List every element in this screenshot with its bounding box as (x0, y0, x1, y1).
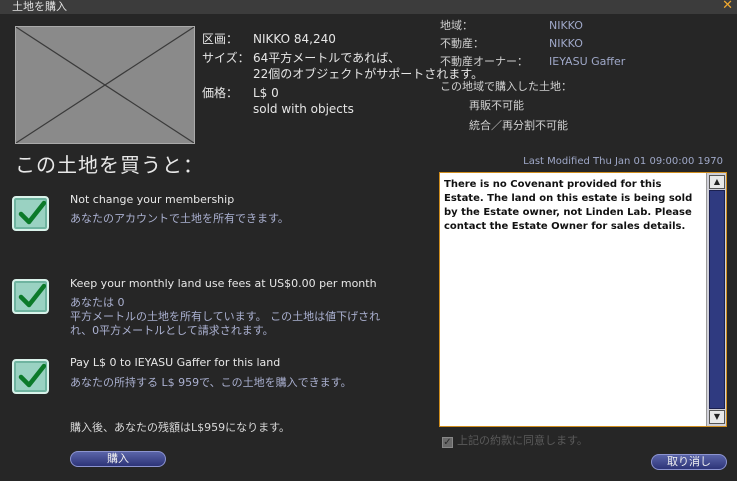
land-fee-item-desc-1: あなたは 0 (70, 296, 125, 309)
checkmark-icon (12, 359, 49, 394)
region-purchase-label: この地域で購入した土地： (440, 80, 572, 93)
parcel-name-value: NIKKO 84,240 (253, 32, 336, 46)
parcel-snapshot-placeholder (15, 26, 195, 144)
land-fee-item-title: Keep your monthly land use fees at US$0.… (70, 277, 377, 290)
parcel-price-note: sold with objects (253, 102, 354, 116)
estate-owner-label: 不動産オーナー： (440, 55, 528, 68)
scroll-down-icon[interactable]: ▼ (709, 410, 725, 424)
covenant-text-box[interactable]: There is no Covenant provided for this E… (439, 172, 727, 427)
region-label: 地域： (440, 19, 473, 32)
close-icon[interactable]: ✕ (722, 0, 733, 13)
estate-owner-value: IEYASU Gaffer (549, 55, 626, 68)
join-split-status: 統合／再分割不可能 (469, 119, 568, 132)
checkbox-icon[interactable]: ✓ (442, 437, 453, 448)
payment-item-desc: あなたの所持する L$ 959で、この土地を購入できます。 (70, 376, 352, 389)
cancel-button[interactable]: 取り消し (651, 454, 727, 470)
membership-item-desc: あなたのアカウントで土地を所有できます。 (70, 212, 289, 225)
scroll-thumb[interactable] (709, 190, 725, 409)
buy-land-window: 土地を購入 ✕ 区画： NIKKO 84,240 サイズ： 64平方メートルであ… (0, 0, 737, 481)
agree-covenant-label: 上記の約款に同意します。 (457, 434, 588, 447)
buy-land-heading: この土地を買うと： (15, 153, 204, 177)
land-fee-item-desc-3: れ、0平方メートルとして請求されます。 (70, 324, 274, 337)
membership-item-title: Not change your membership (70, 193, 235, 206)
parcel-price-value: L$ 0 (253, 86, 279, 100)
parcel-price-label: 価格： (202, 86, 239, 100)
land-fee-item-desc-2: 平方メートルの土地を所有しています。 この土地は値下げされ (70, 310, 381, 323)
parcel-name-label: 区画： (202, 32, 239, 46)
payment-item-title: Pay L$ 0 to IEYASU Gaffer for this land (70, 356, 281, 369)
scroll-up-icon[interactable]: ▲ (709, 175, 725, 189)
window-title: 土地を購入 (12, 0, 67, 13)
region-value: NIKKO (549, 19, 583, 32)
estate-value: NIKKO (549, 37, 583, 50)
covenant-last-modified: Last Modified Thu Jan 01 09:00:00 1970 (523, 156, 723, 167)
covenant-text: There is no Covenant provided for this E… (444, 179, 693, 232)
covenant-scrollbar[interactable]: ▲ ▼ (706, 173, 726, 426)
title-bar[interactable]: 土地を購入 ✕ (0, 0, 737, 14)
estate-label: 不動産： (440, 37, 484, 50)
parcel-size-label: サイズ： (202, 51, 250, 65)
agree-covenant-checkbox[interactable]: ✓ 上記の約款に同意します。 (442, 434, 588, 448)
resale-status: 再販不可能 (469, 99, 524, 112)
buy-button[interactable]: 購入 (70, 451, 166, 467)
balance-after-purchase: 購入後、あなたの残額はL$959になります。 (70, 421, 291, 434)
parcel-size-line1: 64平方メートルであれば、 (253, 51, 401, 65)
checkmark-icon (12, 279, 49, 314)
checkmark-icon (12, 196, 49, 231)
